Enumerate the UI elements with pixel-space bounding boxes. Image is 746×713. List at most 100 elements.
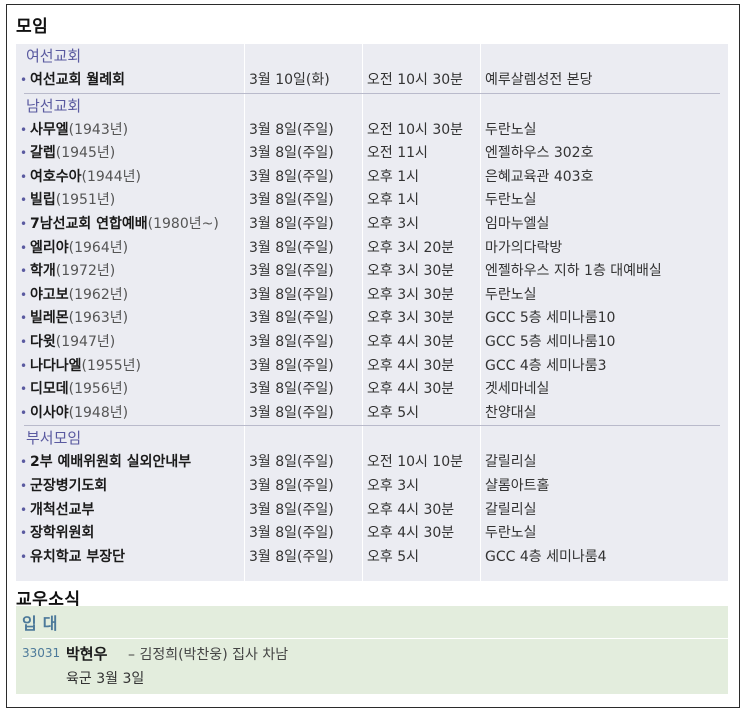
meeting-row: • 여호수아(1944년) 3월 8일(주일) 오후 1시 은혜교육관 403호 (16, 166, 728, 190)
meeting-year: (1944년) (81, 168, 141, 185)
meeting-name-text: 군장병기도회 (30, 477, 108, 494)
meeting-year: (1980년~) (147, 215, 219, 232)
meeting-name-text: 2부 예배위원회 실외안내부 (30, 454, 192, 471)
meeting-row: • 사무엘(1943년) 3월 8일(주일) 오전 10시 30분 두란노실 (16, 119, 728, 143)
meeting-date: 3월 8일(주일) (249, 501, 334, 518)
meeting-place: 임마누엘실 (485, 215, 550, 232)
meeting-time: 오전 10시 30분 (367, 121, 464, 138)
bullet-icon: • (20, 334, 28, 349)
meeting-name-text: 갈렙 (30, 145, 56, 162)
meeting-row: • 나다나엘(1955년) 3월 8일(주일) 오후 4시 30분 GCC 4층 세미나… (16, 355, 728, 379)
meeting-place: GCC 4층 세미나룸3 (485, 357, 607, 374)
meeting-name-text: 빌립 (30, 192, 56, 209)
meeting-date: 3월 10일(화) (249, 72, 330, 88)
meeting-name: 군장병기도회 (30, 475, 107, 499)
meeting-place: 두란노실 (485, 286, 537, 303)
meeting-name-text: 여선교회 월례회 (30, 72, 126, 88)
bullet-icon: • (20, 455, 28, 470)
meeting-name: 여선교회 월례회 (30, 69, 125, 93)
meeting-place: GCC 5층 세미나룸10 (485, 333, 616, 350)
bullet-icon: • (20, 478, 28, 493)
bullet-icon: • (20, 549, 28, 564)
meeting-date: 3월 8일(주일) (249, 215, 334, 232)
meeting-time: 오후 3시 (367, 477, 419, 494)
meeting-name-text: 빌레몬 (30, 310, 69, 327)
meeting-time: 오전 10시 10분 (367, 454, 464, 471)
meeting-name-text: 야고보 (30, 286, 69, 303)
meeting-name-text: 다윗 (30, 333, 56, 350)
news-entry-description: – 김정희(박찬웅) 집사 차남 (128, 647, 289, 663)
meeting-time: 오후 3시 30분 (367, 263, 455, 280)
meeting-date: 3월 8일(주일) (249, 333, 334, 350)
meeting-name: 빌립(1951년) (30, 189, 115, 213)
bullet-icon: • (20, 146, 28, 161)
meeting-place: 갈릴리실 (485, 454, 537, 471)
meeting-name-text: 개척선교부 (30, 501, 95, 518)
meeting-date: 3월 8일(주일) (249, 357, 334, 374)
meeting-row: • 빌레몬(1963년) 3월 8일(주일) 오후 3시 30분 GCC 5층 세미나룸… (16, 307, 728, 331)
meeting-time: 오후 5시 (367, 548, 419, 565)
meeting-name-text: 학개 (30, 263, 56, 280)
meeting-time: 오후 4시 30분 (367, 357, 455, 374)
meeting-place: GCC 4층 세미나룸4 (485, 548, 607, 565)
meeting-date: 3월 8일(주일) (249, 454, 334, 471)
meeting-row: • 이사야(1948년) 3월 8일(주일) 오후 5시 찬양대실 (16, 402, 728, 426)
meeting-place: 엔젤하우스 지하 1층 대예배실 (485, 263, 662, 280)
meeting-year: (1972년) (55, 263, 116, 280)
meeting-date: 3월 8일(주일) (249, 525, 334, 542)
meeting-place: 찬양대실 (485, 404, 537, 421)
meeting-date: 3월 8일(주일) (249, 192, 334, 209)
meeting-place: 두란노실 (485, 525, 537, 542)
meeting-date: 3월 8일(주일) (249, 477, 334, 494)
meeting-row: • 2부 예배위원회 실외안내부 3월 8일(주일) 오전 10시 10분 갈릴리실 (16, 451, 728, 475)
meeting-time: 오후 1시 (367, 192, 419, 209)
meeting-name: 나다나엘(1955년) (30, 355, 141, 379)
bullet-icon: • (20, 502, 28, 517)
meeting-name: 사무엘(1943년) (30, 119, 128, 143)
meeting-row: • 7남선교회 연합예배(1980년~) 3월 8일(주일) 오후 3시 임마누엘실 (16, 213, 728, 237)
meeting-time: 오후 5시 (367, 404, 419, 421)
news-subheading: 입대 (22, 614, 64, 633)
meeting-date: 3월 8일(주일) (249, 381, 334, 398)
group-heading: 남선교회 (26, 96, 82, 115)
meeting-date: 3월 8일(주일) (249, 168, 334, 185)
meeting-groups: 여선교회 • 여선교회 월례회 3월 10일(화) 오전 10시 30분 예루살렘성전 본… (16, 44, 728, 569)
group-heading: 여선교회 (26, 47, 82, 65)
news-entry-detail: 육군 3월 3일 (66, 671, 145, 687)
meeting-name: 2부 예배위원회 실외안내부 (30, 451, 191, 475)
meeting-time: 오후 3시 30분 (367, 310, 455, 327)
meeting-name: 갈렙(1945년) (30, 142, 115, 166)
meeting-date: 3월 8일(주일) (249, 145, 334, 162)
meeting-time: 오후 4시 30분 (367, 333, 455, 350)
bullet-icon: • (20, 216, 28, 231)
meeting-row: • 디모데(1956년) 3월 8일(주일) 오후 4시 30분 겟세마네실 (16, 378, 728, 402)
meeting-date: 3월 8일(주일) (249, 239, 334, 256)
meetings-title: 모임 (16, 17, 49, 37)
meeting-place: GCC 5층 세미나룸10 (485, 310, 616, 327)
meeting-name: 여호수아(1944년) (30, 166, 141, 190)
meeting-name: 디모데(1956년) (30, 378, 128, 402)
meeting-year: (1943년) (68, 121, 129, 138)
news-divider (22, 638, 728, 639)
meeting-name: 다윗(1947년) (30, 331, 115, 355)
meeting-name: 엘리야(1964년) (30, 237, 128, 261)
bullet-icon: • (20, 240, 28, 255)
meeting-name-text: 유치학교 부장단 (30, 548, 126, 565)
meeting-date: 3월 8일(주일) (249, 286, 334, 303)
meeting-year: (1945년) (55, 145, 116, 162)
meeting-row: • 엘리야(1964년) 3월 8일(주일) 오후 3시 20분 마가의다락방 (16, 237, 728, 261)
bullet-icon: • (20, 287, 28, 302)
meeting-time: 오후 1시 (367, 168, 419, 185)
meeting-place: 두란노실 (485, 121, 537, 138)
news-panel: 입대 33031 박현우 – 김정희(박찬웅) 집사 차남 육군 3월 3일 (16, 606, 728, 694)
meeting-name: 장학위원회 (30, 522, 94, 546)
meeting-time: 오후 4시 30분 (367, 525, 455, 542)
meeting-name-text: 7남선교회 연합예배 (30, 215, 148, 232)
bullet-icon: • (20, 382, 28, 397)
meeting-row: • 장학위원회 3월 8일(주일) 오후 4시 30분 두란노실 (16, 522, 728, 546)
meeting-row: • 학개(1972년) 3월 8일(주일) 오후 3시 30분 엔젤하우스 지하 1층 … (16, 260, 728, 284)
meeting-date: 3월 8일(주일) (249, 404, 334, 421)
bullet-icon: • (20, 122, 28, 137)
meeting-time: 오후 3시 (367, 215, 419, 232)
meeting-time: 오후 4시 30분 (367, 501, 455, 518)
